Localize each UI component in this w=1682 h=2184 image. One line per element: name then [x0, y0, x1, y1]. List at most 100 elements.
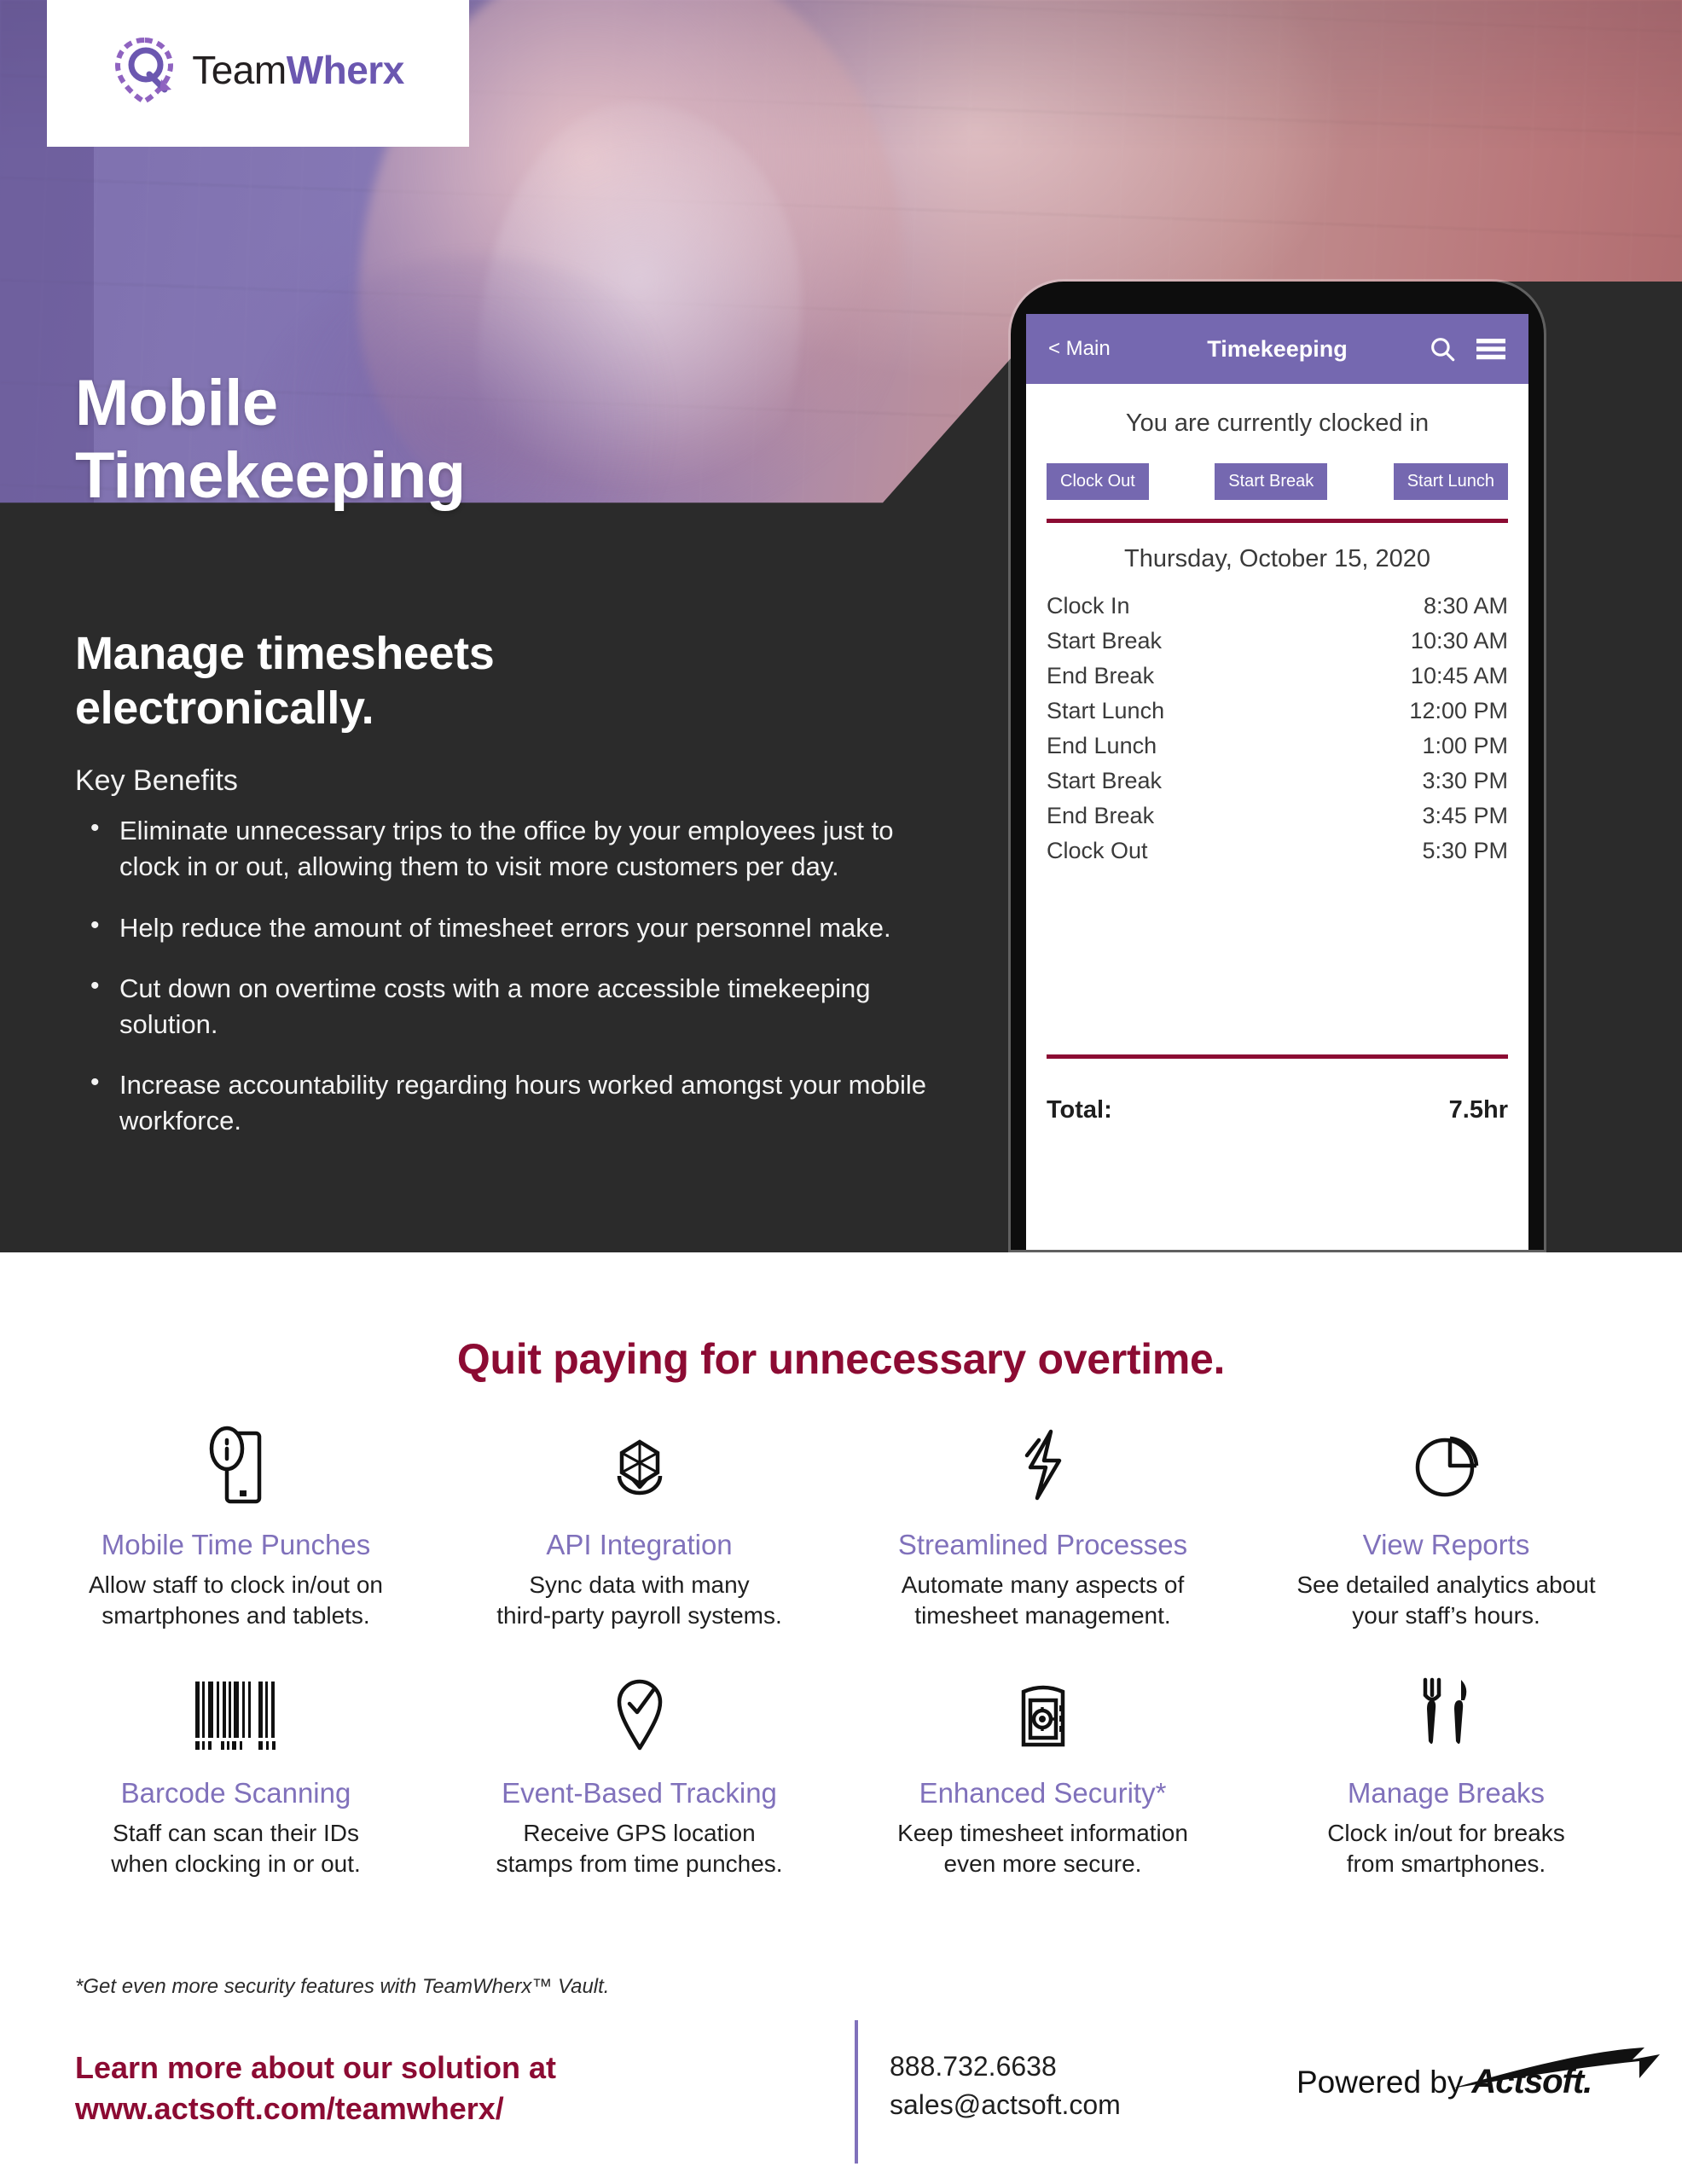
pie-chart-icon: [1267, 1423, 1626, 1505]
features-section: Quit paying for unnecessary overtime. Mo…: [0, 1252, 1682, 2184]
feature-title: API Integration: [546, 1529, 733, 1560]
feature-api-integration: API Integration Sync data with many thir…: [438, 1423, 841, 1632]
list-item: Help reduce the amount of timesheet erro…: [75, 909, 937, 946]
lightning-bolt-icon: [863, 1423, 1222, 1505]
table-row: End Break 10:45 AM: [1047, 659, 1508, 694]
feature-desc-line2: stamps from time punches.: [496, 1850, 783, 1878]
feature-desc: Automate many aspects of timesheet manag…: [863, 1570, 1222, 1632]
cta-block[interactable]: Learn more about our solution at www.act…: [75, 2048, 556, 2129]
cta-line1: Learn more about our solution at: [75, 2050, 557, 2085]
timesheet-date-header: Thursday, October 15, 2020: [1124, 545, 1430, 572]
entry-label: Start Lunch: [1047, 698, 1165, 724]
table-row: Start Break 10:30 AM: [1047, 624, 1508, 659]
contact-email[interactable]: sales@actsoft.com: [890, 2086, 1121, 2124]
clock-out-button[interactable]: Clock Out: [1047, 463, 1149, 500]
entry-label: Clock In: [1047, 593, 1130, 619]
entry-time: 12:00 PM: [1409, 698, 1508, 724]
entry-label: End Break: [1047, 803, 1155, 829]
features-grid: Mobile Time Punches Allow staff to clock…: [34, 1423, 1648, 1880]
list-item: Eliminate unnecessary trips to the offic…: [75, 811, 937, 884]
list-item: Increase accountability regarding hours …: [75, 1066, 937, 1138]
map-pin-check-icon: [460, 1671, 819, 1753]
logo-card: TeamWherx: [47, 0, 469, 147]
feature-mobile-time-punches: Mobile Time Punches Allow staff to clock…: [34, 1423, 438, 1632]
feature-desc: Sync data with many third-party payroll …: [460, 1570, 819, 1632]
headline-line2: electronically.: [75, 682, 374, 734]
hero-title-line1: Mobile: [75, 367, 278, 439]
app-bar: < Main Timekeeping: [1026, 314, 1528, 384]
table-row: Clock In 8:30 AM: [1047, 589, 1508, 624]
feature-title: Streamlined Processes: [897, 1529, 1188, 1560]
entry-time: 3:30 PM: [1422, 768, 1508, 794]
total-value: 7.5hr: [1448, 1096, 1508, 1124]
clock-status-text: You are currently clocked in: [1125, 410, 1430, 437]
feature-desc: Clock in/out for breaks from smartphones…: [1267, 1818, 1626, 1880]
feature-title: Manage Breaks: [1347, 1776, 1546, 1809]
start-lunch-button[interactable]: Start Lunch: [1393, 463, 1508, 500]
flyer-page: TeamWherx Mobile Timekeeping Manage time…: [0, 0, 1682, 2184]
table-row: End Lunch 1:00 PM: [1047, 729, 1508, 764]
contact-block: 888.732.6638 sales@actsoft.com: [890, 2048, 1121, 2125]
key-benefits-block: Manage timesheets electronically. Key Be…: [75, 627, 937, 1164]
feature-desc-line2: smartphones and tablets.: [102, 1602, 370, 1629]
feature-desc: Receive GPS location stamps from time pu…: [460, 1818, 819, 1880]
entry-label: Start Break: [1047, 768, 1163, 794]
phone-screen: < Main Timekeeping You are currently clo…: [1026, 314, 1528, 1250]
page-title: Mobile Timekeeping: [75, 367, 466, 512]
feature-desc-line1: Clock in/out for breaks: [1327, 1819, 1565, 1846]
timesheet-entry-list: Clock In 8:30 AM Start Break 10:30 AM En…: [1026, 589, 1528, 868]
feature-streamlined-processes: Streamlined Processes Automate many aspe…: [841, 1423, 1244, 1632]
logo-text-team: Team: [192, 48, 287, 92]
feature-enhanced-security: Enhanced Security* Keep timesheet inform…: [841, 1671, 1244, 1880]
feature-event-based-tracking: Event-Based Tracking Receive GPS locatio…: [438, 1671, 841, 1880]
footer-divider: [855, 2020, 858, 2164]
feature-desc-line2: your staff’s hours.: [1352, 1602, 1540, 1629]
table-row: Start Break 3:30 PM: [1047, 764, 1508, 799]
feature-title: View Reports: [1362, 1529, 1530, 1560]
feature-title: Enhanced Security*: [919, 1776, 1167, 1809]
table-row: Clock Out 5:30 PM: [1047, 834, 1508, 868]
feature-desc-line2: from smartphones.: [1346, 1850, 1546, 1878]
feature-desc-line1: See detailed analytics about: [1296, 1571, 1596, 1598]
feature-desc-line1: Receive GPS location: [523, 1819, 756, 1846]
entry-time: 10:30 AM: [1410, 628, 1508, 654]
feature-desc-line2: timesheet management.: [914, 1602, 1171, 1629]
feature-desc-line1: Allow staff to clock in/out on: [89, 1571, 383, 1598]
feature-title: Event-Based Tracking: [502, 1776, 777, 1809]
feature-desc-line1: Keep timesheet information: [897, 1819, 1188, 1846]
feature-title: Mobile Time Punches: [101, 1529, 371, 1560]
list-item: Cut down on overtime costs with a more a…: [75, 969, 937, 1042]
entry-time: 3:45 PM: [1422, 803, 1508, 829]
entry-label: Start Break: [1047, 628, 1163, 654]
entry-label: Clock Out: [1047, 838, 1148, 864]
feature-desc-line2: third-party payroll systems.: [496, 1602, 782, 1629]
contact-phone[interactable]: 888.732.6638: [890, 2048, 1121, 2086]
table-row: End Break 3:45 PM: [1047, 799, 1508, 834]
phone-mockup: < Main Timekeeping You are currently clo…: [1011, 282, 1544, 1250]
feature-desc-line1: Sync data with many: [529, 1571, 750, 1598]
feature-view-reports: View Reports See detailed analytics abou…: [1244, 1423, 1648, 1632]
section-headline: Manage timesheets electronically.: [75, 627, 937, 735]
feature-desc-line2: even more secure.: [943, 1850, 1142, 1878]
back-button[interactable]: < Main: [1048, 337, 1111, 361]
search-icon[interactable]: [1428, 334, 1457, 363]
barcode-icon: [56, 1671, 415, 1753]
benefits-list: Eliminate unnecessary trips to the offic…: [75, 811, 937, 1138]
headline-line1: Manage timesheets: [75, 628, 495, 679]
entry-time: 1:00 PM: [1422, 733, 1508, 759]
safe-vault-icon: [863, 1671, 1222, 1753]
logo-wordmark: TeamWherx: [192, 47, 404, 93]
entry-time: 5:30 PM: [1422, 838, 1508, 864]
security-footnote: *Get even more security features with Te…: [75, 1975, 610, 1998]
mobile-time-punch-icon: [56, 1423, 415, 1505]
fork-knife-icon: [1267, 1671, 1626, 1753]
feature-title: Barcode Scanning: [120, 1776, 351, 1809]
start-break-button[interactable]: Start Break: [1215, 463, 1328, 500]
hamburger-menu-icon[interactable]: [1476, 337, 1506, 361]
total-label: Total:: [1047, 1096, 1112, 1124]
cta-url[interactable]: www.actsoft.com/teamwherx/: [75, 2088, 556, 2129]
hero-title-line2: Timekeeping: [75, 439, 466, 513]
feature-manage-breaks: Manage Breaks Clock in/out for breaks fr…: [1244, 1671, 1648, 1880]
feature-desc: Allow staff to clock in/out on smartphon…: [56, 1570, 415, 1632]
entry-time: 8:30 AM: [1423, 593, 1508, 619]
